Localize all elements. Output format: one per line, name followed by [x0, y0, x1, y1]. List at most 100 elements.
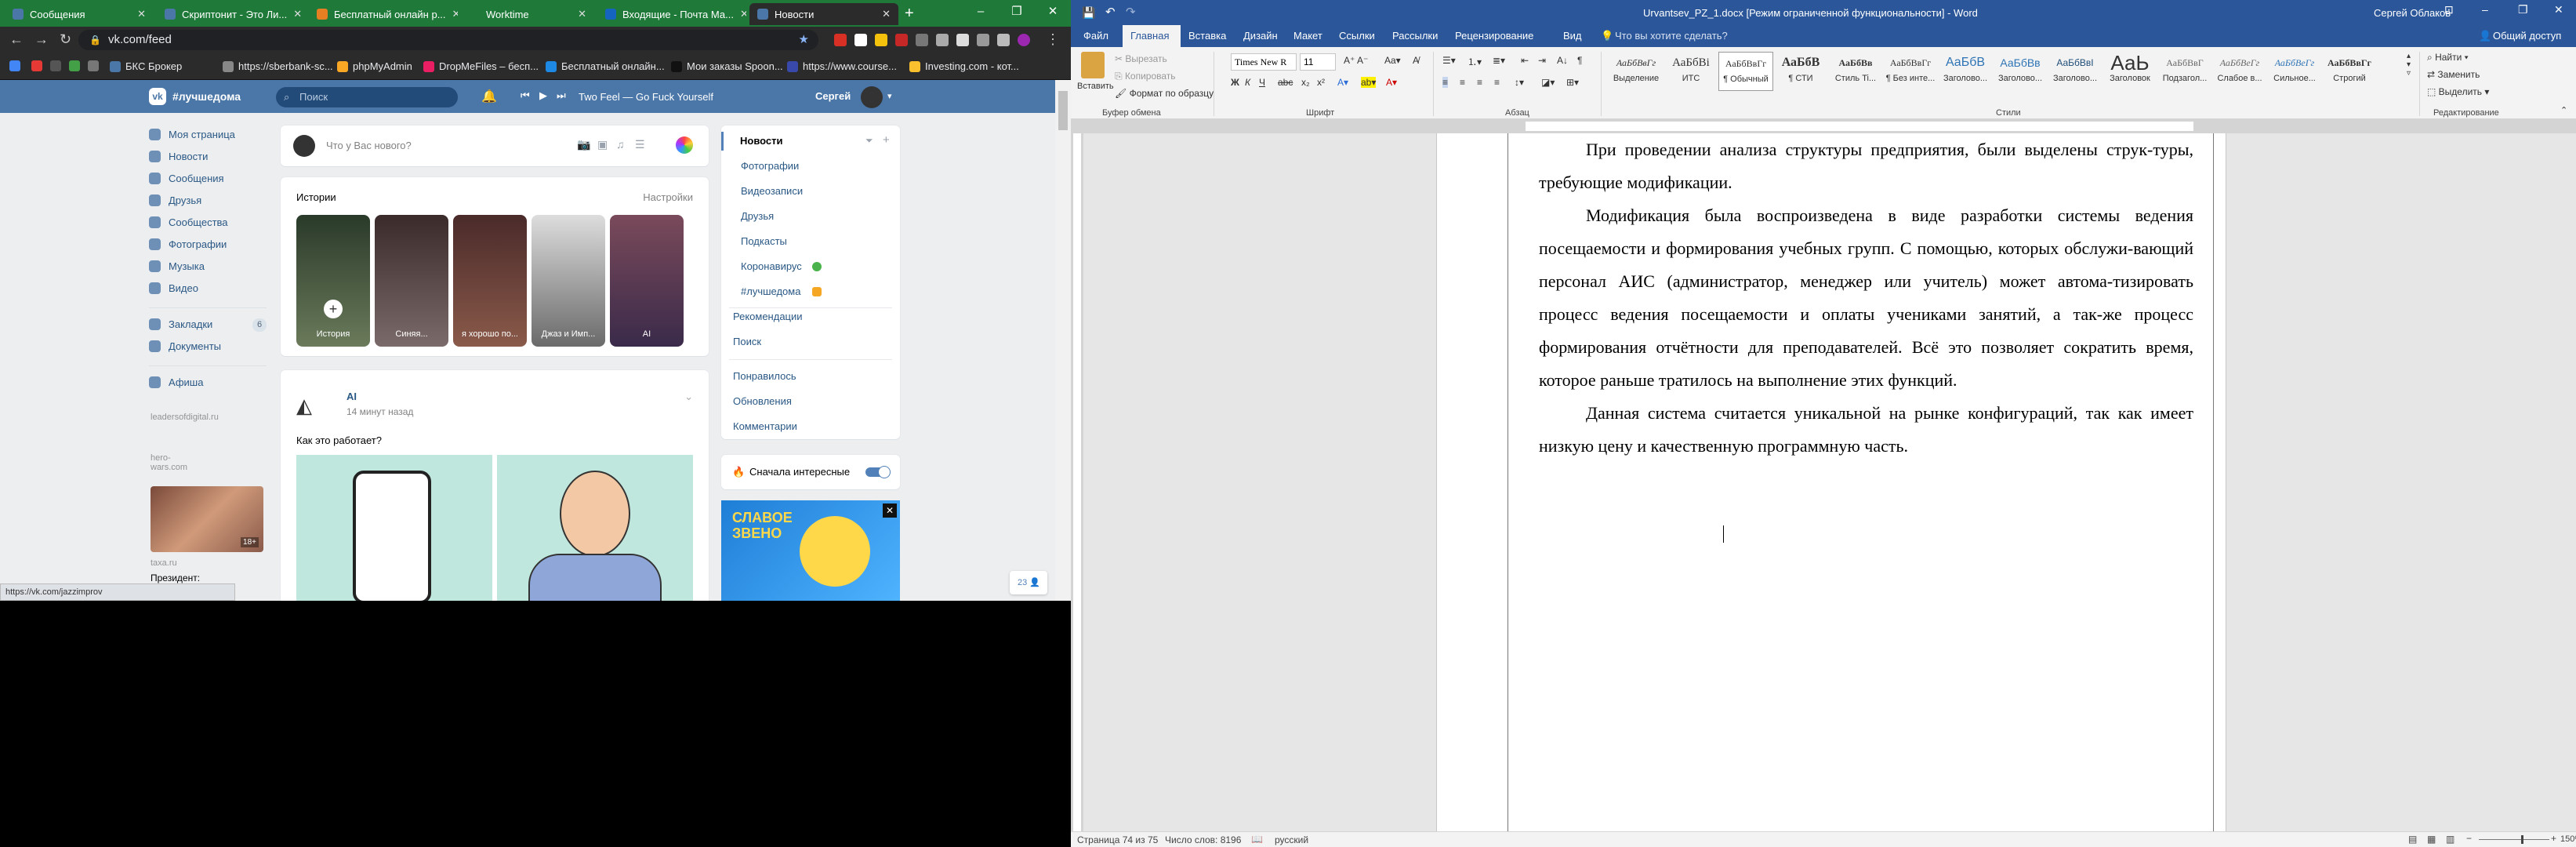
zoom-level[interactable]: 150% — [2560, 834, 2576, 844]
tab-free-online[interactable]: Бесплатный онлайн р... ✕ — [309, 3, 458, 25]
style-normal[interactable]: АаБбВвГг ¶ Обычный — [1718, 52, 1773, 91]
user-name[interactable]: Сергей Облаков — [2374, 7, 2451, 19]
ad-link[interactable]: hero-wars.com — [151, 453, 187, 472]
language[interactable]: русский — [1275, 834, 1308, 845]
bookmark-icon[interactable] — [88, 60, 99, 71]
vk-logo-text[interactable]: #лучшедома — [172, 90, 241, 103]
style-its[interactable]: АаБбВі ИТС — [1664, 52, 1718, 91]
menu-photos[interactable]: Фотографии — [149, 238, 227, 250]
zoom-slider-thumb[interactable] — [2521, 835, 2523, 844]
style-heading[interactable]: АаБбВв Заголово... — [1993, 52, 2048, 91]
extension-icon[interactable] — [977, 34, 989, 46]
bookmark-star-icon[interactable]: ★ — [799, 30, 809, 50]
tab-worktime[interactable]: Worktime ✕ — [461, 3, 594, 25]
scrollbar-thumb[interactable] — [1058, 91, 1068, 130]
close-icon[interactable]: ✕ — [578, 8, 586, 20]
menu-bookmarks[interactable]: Закладки — [149, 318, 212, 330]
menu-kebab-icon[interactable]: ⋮ — [1046, 31, 1060, 48]
decrease-indent-icon[interactable]: ⇤ — [1521, 55, 1529, 66]
next-track-icon[interactable]: ⏭ — [557, 89, 566, 102]
puzzle-icon[interactable] — [997, 34, 1010, 46]
italic-button[interactable]: К — [1245, 77, 1250, 88]
menu-my-page[interactable]: Моя страница — [149, 129, 235, 140]
menu-friends[interactable]: Друзья — [149, 194, 201, 206]
player-track[interactable]: Two Feel — Go Fuck Yourself — [579, 91, 713, 103]
bookmark-icon[interactable] — [31, 60, 42, 71]
collapse-ribbon-icon[interactable]: ⌃ — [2560, 105, 2567, 115]
style-no-spacing[interactable]: АаБбВвГг ¶ Без инте... — [1883, 52, 1938, 91]
feed-tab-podcasts[interactable]: Подкасты — [741, 235, 787, 247]
bookmark-item[interactable]: https://sberbank-sc... — [223, 60, 333, 72]
minimize-icon[interactable]: – — [963, 0, 999, 27]
page-scrollbar[interactable] — [1055, 80, 1071, 601]
composer-input[interactable]: Что у Вас нового? — [326, 140, 412, 151]
font-size-select[interactable]: 11 — [1300, 53, 1336, 71]
feed-tab-friends[interactable]: Друзья — [741, 210, 774, 222]
new-tab-button[interactable]: + — [905, 5, 914, 23]
pilcrow-icon[interactable]: ¶ — [1577, 55, 1582, 66]
maximize-icon[interactable]: ❐ — [999, 0, 1035, 27]
shading-icon[interactable]: ◪▾ — [1541, 77, 1555, 88]
style-custom[interactable]: АаБбВв Стиль Ti... — [1828, 52, 1883, 91]
ribbon-display-icon[interactable]: ⊡ — [2444, 3, 2454, 16]
ad-banner[interactable]: СЛАВОЕ ЗВЕНО ✕ — [721, 500, 900, 601]
tab-insert[interactable]: Вставка — [1188, 30, 1226, 42]
story-item[interactable]: Джаз и Имп... — [532, 215, 605, 347]
story-item[interactable]: AI — [610, 215, 684, 347]
multilevel-icon[interactable]: ≣▾ — [1493, 55, 1505, 66]
format-painter-button[interactable]: 🖌 Формат по образцу — [1115, 88, 1214, 99]
document-page[interactable]: При проведении анализа структуры предпри… — [1436, 133, 2226, 831]
close-icon[interactable]: ✕ — [883, 503, 897, 518]
align-left-icon[interactable]: ≡ — [1442, 77, 1449, 88]
minimize-icon[interactable]: – — [2482, 3, 2488, 16]
print-layout-icon[interactable]: ▦ — [2427, 834, 2436, 845]
replace-button[interactable]: ⇄ Заменить — [2427, 69, 2480, 80]
story-add[interactable]: + История — [296, 215, 370, 347]
superscript-button[interactable]: x² — [1317, 77, 1325, 88]
extension-icon[interactable] — [854, 34, 867, 46]
zoom-slider[interactable] — [2479, 839, 2549, 840]
redo-icon[interactable]: ↷ — [1126, 5, 1136, 19]
page-counter[interactable]: Страница 74 из 75 — [1077, 834, 1158, 845]
subscript-button[interactable]: x₂ — [1301, 77, 1310, 88]
text-format-icon[interactable]: ☰ — [635, 138, 645, 151]
user-name[interactable]: Сергей — [815, 90, 851, 102]
feed-tab-search[interactable]: Поиск — [733, 336, 761, 347]
forward-icon[interactable]: → — [34, 31, 49, 48]
bookmark-item[interactable]: https://www.course... — [787, 60, 897, 72]
close-icon[interactable]: ✕ — [452, 8, 458, 20]
align-right-icon[interactable]: ≡ — [1477, 77, 1482, 88]
bold-button[interactable]: Ж — [1231, 77, 1239, 88]
music-icon[interactable]: ♫ — [616, 138, 625, 151]
tab-mail[interactable]: Входящие - Почта Ма... ✕ — [597, 3, 746, 25]
post-image[interactable] — [296, 455, 492, 601]
feed-tab-liked[interactable]: Понравилось — [733, 370, 796, 382]
close-icon[interactable]: ✕ — [740, 8, 746, 20]
ad-source[interactable]: taxa.ru — [151, 558, 177, 568]
close-window-icon[interactable]: ✕ — [1035, 0, 1071, 27]
gallery-more-icon[interactable]: ▴ ▾ ▿ — [2407, 52, 2411, 78]
address-bar[interactable]: 🔒 vk.com/feed ★ — [78, 30, 818, 50]
reload-icon[interactable]: ↻ — [60, 31, 71, 48]
style-heading[interactable]: АаБбВ Заголово... — [1938, 52, 1993, 91]
cut-button[interactable]: ✂ Вырезать — [1115, 53, 1167, 64]
tab-layout[interactable]: Макет — [1293, 30, 1322, 42]
extension-icon[interactable] — [834, 34, 847, 46]
highlight-icon[interactable]: ab▾ — [1361, 77, 1377, 88]
word-count[interactable]: Число слов: 8196 — [1165, 834, 1241, 845]
bookmark-item[interactable]: Бесплатный онлайн... — [546, 60, 665, 72]
copy-button[interactable]: ⎘ Копировать — [1115, 71, 1176, 82]
style-heading[interactable]: АаБбВвІ Заголово... — [2048, 52, 2103, 91]
numbering-icon[interactable]: ⒈▾ — [1468, 55, 1482, 68]
extension-icon[interactable] — [875, 34, 887, 46]
ad-image[interactable]: 18+ — [151, 486, 263, 552]
feed-tab-recommendations[interactable]: Рекомендации — [733, 311, 803, 322]
find-button[interactable]: ⌕ Найти ▾ — [2427, 52, 2469, 64]
extension-icon[interactable] — [916, 34, 928, 46]
web-layout-icon[interactable]: ▥ — [2446, 834, 2454, 845]
close-icon[interactable]: ✕ — [882, 8, 891, 20]
plus-icon[interactable]: + — [883, 133, 890, 147]
back-icon[interactable]: ← — [9, 31, 24, 48]
tell-me-input[interactable]: Что вы хотите сделать? — [1615, 30, 1728, 42]
color-circle-icon[interactable] — [676, 136, 693, 154]
